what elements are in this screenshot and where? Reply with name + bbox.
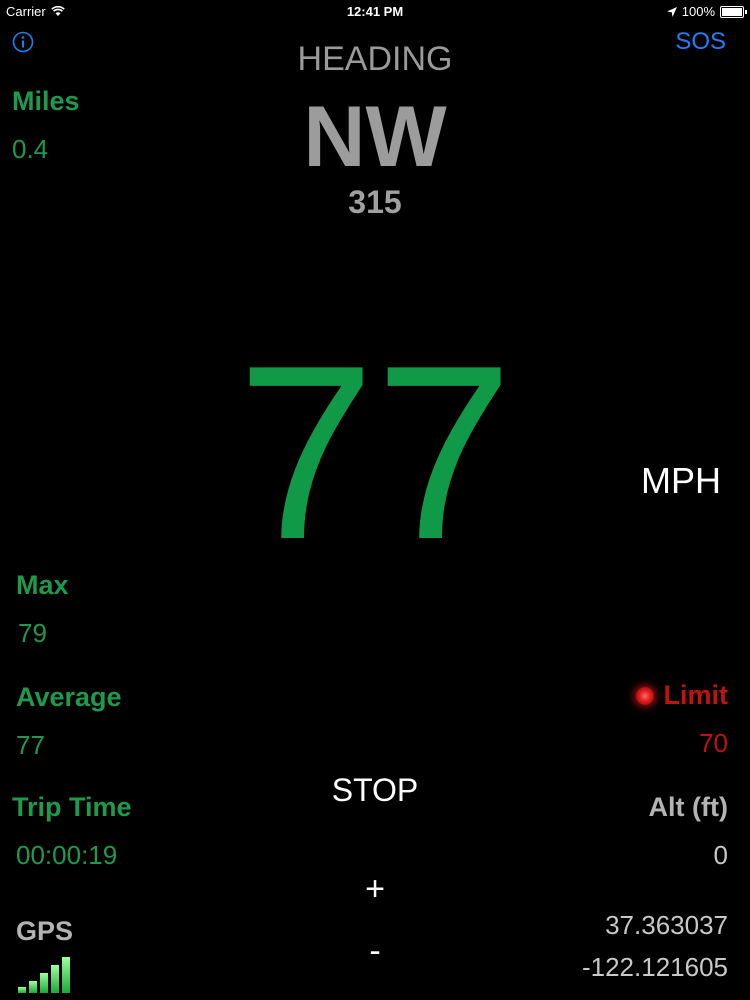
signal-strength-icon bbox=[18, 957, 70, 993]
average-value: 77 bbox=[16, 730, 45, 760]
heading-degrees: 315 bbox=[348, 184, 402, 220]
gps-longitude: -122.121605 bbox=[581, 952, 728, 982]
heading-direction: NW bbox=[303, 89, 447, 185]
average-label: Average bbox=[16, 682, 122, 712]
max-label: Max bbox=[16, 570, 69, 600]
altitude-value: 0 bbox=[713, 840, 728, 870]
miles-label: Miles bbox=[12, 86, 80, 116]
location-arrow-icon bbox=[666, 6, 677, 17]
miles-value: 0.4 bbox=[12, 134, 49, 164]
gps-latitude: 37.363037 bbox=[605, 910, 728, 940]
stop-button[interactable]: STOP bbox=[0, 772, 750, 809]
clock: 12:41 PM bbox=[346, 4, 404, 19]
trip-time-value: 00:00:19 bbox=[16, 840, 118, 870]
battery-icon bbox=[720, 5, 747, 18]
increase-limit-button[interactable]: + bbox=[0, 870, 750, 909]
max-value: 79 bbox=[18, 618, 47, 648]
speed-unit: MPH bbox=[641, 460, 721, 501]
limit-value[interactable]: 70 bbox=[699, 728, 728, 759]
status-right-group: 100% bbox=[666, 4, 747, 19]
status-bar: Carrier 12:41 PM 100% bbox=[0, 0, 750, 22]
heading-title: HEADING bbox=[297, 40, 453, 78]
limit-row[interactable]: Limit bbox=[635, 680, 729, 711]
speed-value: 77 bbox=[237, 313, 513, 591]
limit-label: Limit bbox=[663, 680, 729, 710]
battery-percent: 100% bbox=[681, 4, 715, 19]
gps-label: GPS bbox=[16, 916, 74, 946]
limit-indicator-icon bbox=[635, 686, 654, 705]
